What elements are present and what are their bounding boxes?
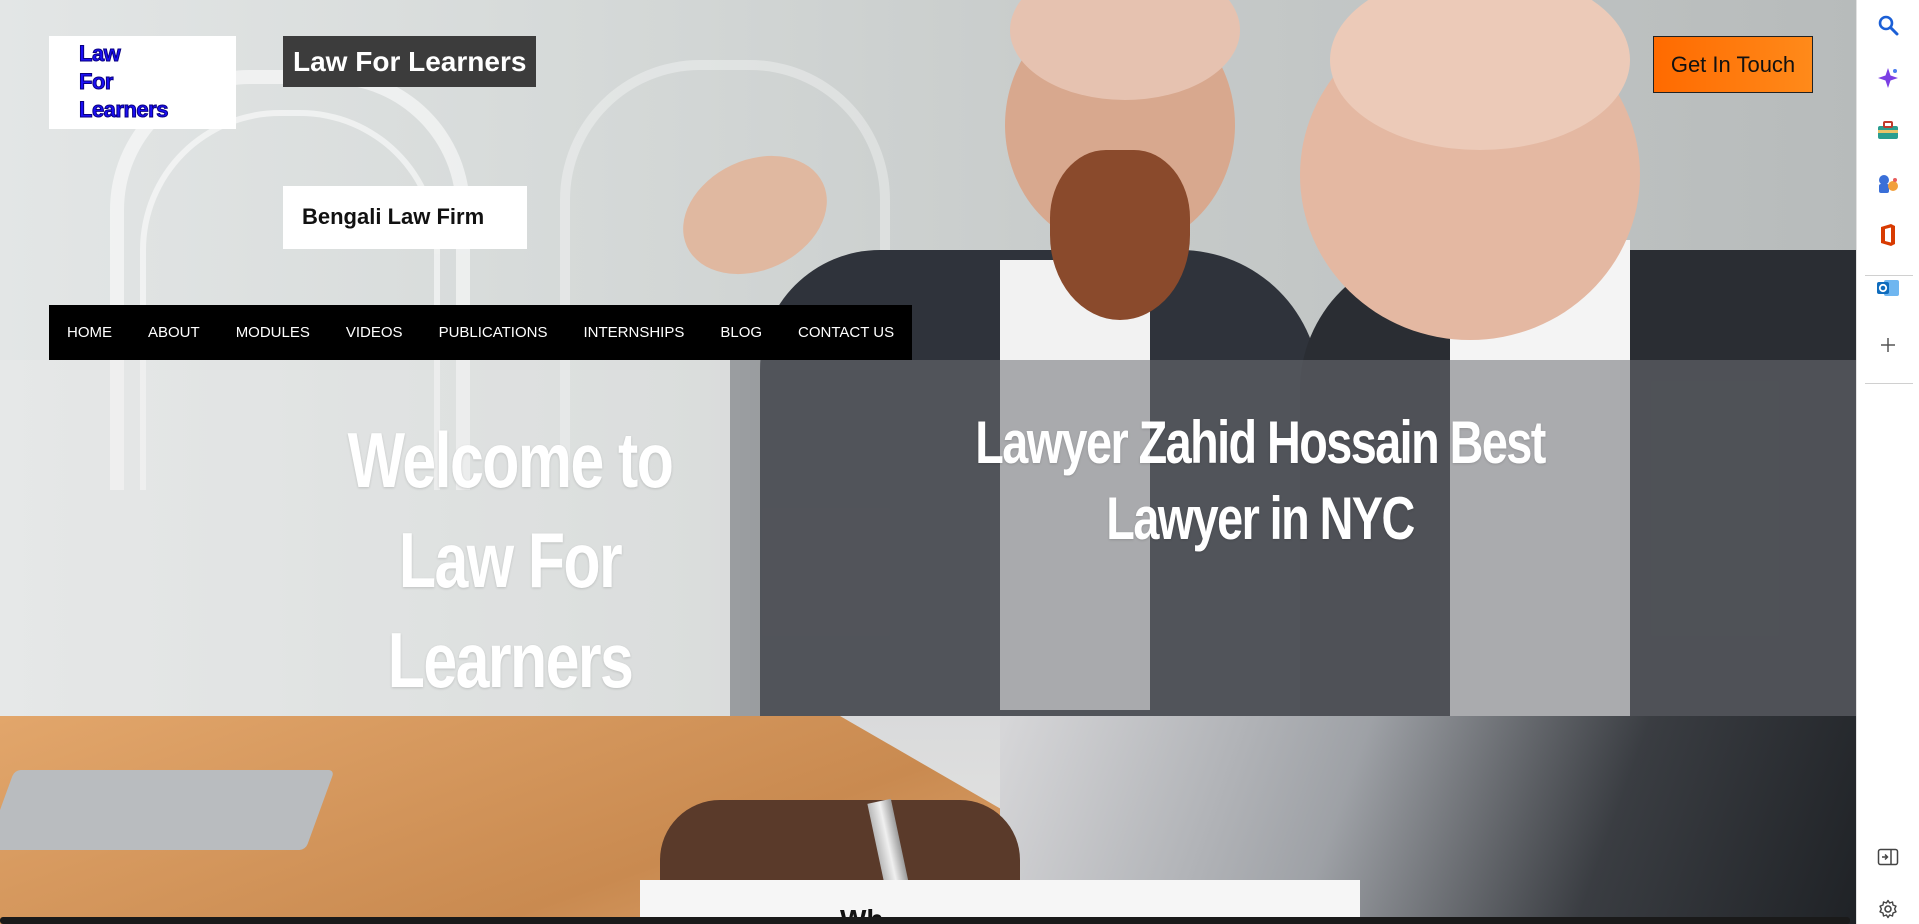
nav-item-home[interactable]: HOME <box>49 305 130 360</box>
browser-sidebar <box>1856 0 1919 924</box>
welcome-heading: Welcome to Law For Learners <box>347 416 674 704</box>
split-screen-icon[interactable] <box>1875 844 1901 870</box>
logo-text-line-2: For <box>79 69 114 95</box>
nav-item-blog[interactable]: BLOG <box>702 305 780 360</box>
get-in-touch-button[interactable]: Get In Touch <box>1653 36 1813 93</box>
search-icon[interactable] <box>1875 12 1901 38</box>
outlook-icon[interactable] <box>1875 275 1901 301</box>
web-page: Law For Learners Law For Learners Bengal… <box>0 0 1856 924</box>
site-logo[interactable]: Law For Learners <box>49 36 236 129</box>
bottom-dark-strip <box>0 917 1850 924</box>
nav-item-videos[interactable]: VIDEOS <box>328 305 421 360</box>
site-title[interactable]: Law For Learners <box>283 36 537 87</box>
nav-item-about[interactable]: ABOUT <box>130 305 218 360</box>
add-icon[interactable] <box>1875 332 1901 358</box>
main-navigation: HOME ABOUT MODULES VIDEOS PUBLICATIONS I… <box>49 305 913 360</box>
office-icon[interactable] <box>1875 222 1901 248</box>
settings-icon[interactable] <box>1875 896 1901 922</box>
copilot-sparkle-icon[interactable] <box>1875 65 1901 91</box>
logo-text-line-1: Law <box>79 41 122 67</box>
games-icon[interactable] <box>1875 171 1901 197</box>
nav-item-modules[interactable]: MODULES <box>218 305 328 360</box>
hero-banner: Welcome to Law For Learners Lawyer Zahid… <box>0 360 1856 716</box>
nav-item-internships[interactable]: INTERNSHIPS <box>565 305 702 360</box>
nav-item-publications[interactable]: PUBLICATIONS <box>421 305 566 360</box>
logo-text-line-3: Learners <box>79 97 169 123</box>
nav-item-contact-us[interactable]: CONTACT US <box>780 305 912 360</box>
briefcase-icon[interactable] <box>1875 118 1901 144</box>
site-tagline: Bengali Law Firm <box>283 186 527 249</box>
lawyer-heading: Lawyer Zahid Hossain Best Lawyer in NYC <box>975 409 1546 552</box>
